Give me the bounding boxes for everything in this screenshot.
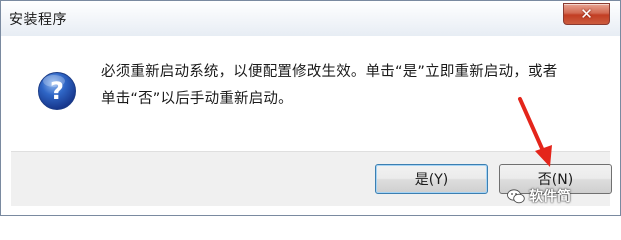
wechat-icon	[507, 188, 525, 203]
watermark: 软件简	[507, 186, 571, 206]
message-line-1: 必须重新启动系统，以便配置修改生效。单击“是”立即重新启动，或者	[101, 64, 558, 80]
close-icon: ✕	[580, 4, 593, 23]
yes-button[interactable]: 是(Y)	[375, 164, 488, 194]
red-arrow-annotation	[518, 97, 552, 167]
window-title: 安装程序	[9, 12, 67, 28]
svg-text:?: ?	[50, 77, 64, 105]
question-icon: ?	[38, 72, 76, 110]
close-button[interactable]: ✕	[563, 3, 610, 25]
title-bar[interactable]: 安装程序 ✕	[1, 1, 620, 36]
watermark-text: 软件简	[529, 189, 571, 205]
